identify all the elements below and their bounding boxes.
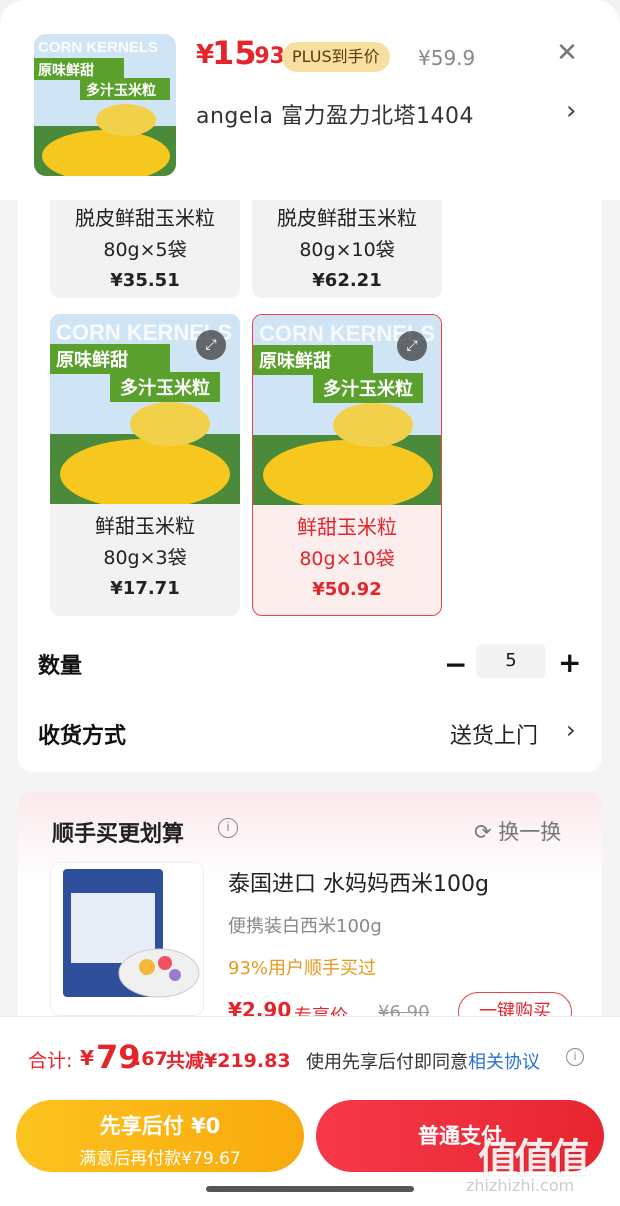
thumb-line1: 原味鲜甜 [38,62,94,79]
plus-price-badge: PLUS到手价 [282,42,390,72]
home-indicator[interactable] [206,1186,414,1192]
product-header: CORN KERNELS 原味鲜甜 多汁玉米粒 ¥ 15 .93 PLUS到手价… [0,0,620,200]
quantity-input[interactable]: 5 [476,644,546,678]
option-card-4[interactable]: CORN KERNELS 原味鲜甜 多汁玉米粒 ⤢ 鲜甜玉米粒 80g×10袋 … [252,314,442,616]
sago-product-image[interactable] [50,862,204,1016]
refresh-button[interactable]: ⟳ 换一换 [474,816,561,846]
product-thumbnail: CORN KERNELS 原味鲜甜 多汁玉米粒 [34,34,176,176]
recommend-percent: 93%用户顺手买过 [228,958,377,979]
chevron-right-icon[interactable]: › [566,96,576,126]
increase-button[interactable]: + [558,646,581,679]
option-spec: 80g×5袋 [103,239,187,261]
option-name: 脱皮鲜甜玉米粒 [277,206,417,230]
watermark-logo: 值值值 [478,1136,590,1182]
pay-later-button[interactable]: 先享后付 ¥0 满意后再付款¥79.67 [16,1100,304,1172]
pay-later-title: 先享后付 ¥0 [99,1114,221,1138]
close-icon[interactable]: ✕ [552,38,582,68]
thumb-line2: 多汁玉米粒 [86,82,156,99]
option-spec: 80g×3袋 [103,547,187,569]
option-name: 脱皮鲜甜玉米粒 [75,206,215,230]
quantity-label: 数量 [38,654,83,679]
decrease-button[interactable]: − [444,648,467,681]
watermark-url: zhizhizhi.com [466,1176,575,1195]
purchase-sheet: 脱皮鲜甜玉米粒 80g×5袋 ¥35.51 脱皮鲜甜玉米粒 80g×10袋 ¥6… [0,0,620,1206]
image-line2: 多汁玉米粒 [120,377,210,399]
sago-image [51,863,203,1015]
image-line1: 原味鲜甜 [259,350,331,372]
expand-icon[interactable]: ⤢ [196,330,226,360]
total-saved: 共减¥219.83 [166,1050,291,1072]
total-decimal: .67 [134,1048,168,1070]
delivery-label: 收货方式 [38,724,127,749]
address-text[interactable]: angela 富力盈力北塔1404 [196,98,474,130]
recommend-subtitle: 便携装白西米100g [228,916,382,937]
corn-thumbnail-image: CORN KERNELS 原味鲜甜 多汁玉米粒 [34,34,176,176]
option-card-3[interactable]: CORN KERNELS 原味鲜甜 多汁玉米粒 ⤢ 鲜甜玉米粒 80g×3袋 ¥… [50,314,240,616]
option-price: ¥35.51 [110,270,180,291]
info-icon[interactable]: i [218,818,238,838]
refresh-icon: ⟳ [474,820,499,844]
option-price: ¥17.71 [110,578,180,599]
total-currency: ¥ [80,1046,94,1070]
original-price: ¥59.9 [418,46,476,70]
thumb-banner-text: CORN KERNELS [38,39,158,56]
delivery-value[interactable]: 送货上门 [450,718,538,750]
recommend-title: 顺手买更划算 [52,822,185,847]
option-name: 鲜甜玉米粒 [95,514,195,538]
price-decimal: .93 [246,44,285,69]
chevron-right-icon[interactable]: › [566,716,576,744]
pay-later-subtitle: 满意后再付款¥79.67 [79,1149,241,1169]
option-price: ¥62.21 [312,270,382,291]
option-image: CORN KERNELS 原味鲜甜 多汁玉米粒 ⤢ [253,315,441,510]
refresh-label: 换一换 [498,820,562,844]
agreement-link[interactable]: 相关协议 [468,1052,540,1073]
option-image: CORN KERNELS 原味鲜甜 多汁玉米粒 ⤢ [50,314,240,509]
option-name: 鲜甜玉米粒 [297,515,397,539]
total-label: 合计: [28,1050,73,1072]
expand-icon[interactable]: ⤢ [397,331,427,361]
recommend-product-name[interactable]: 泰国进口 水妈妈西米100g [228,866,489,898]
agreement-prefix: 使用先享后付即同意 [306,1052,468,1073]
option-spec: 80g×10袋 [299,548,395,570]
agreement-text: 使用先享后付即同意相关协议 [306,1048,540,1074]
image-line1: 原味鲜甜 [56,349,128,371]
image-line2: 多汁玉米粒 [323,378,413,400]
option-price: ¥50.92 [312,579,382,600]
info-icon[interactable]: i [566,1048,584,1066]
option-spec: 80g×10袋 [299,239,395,261]
